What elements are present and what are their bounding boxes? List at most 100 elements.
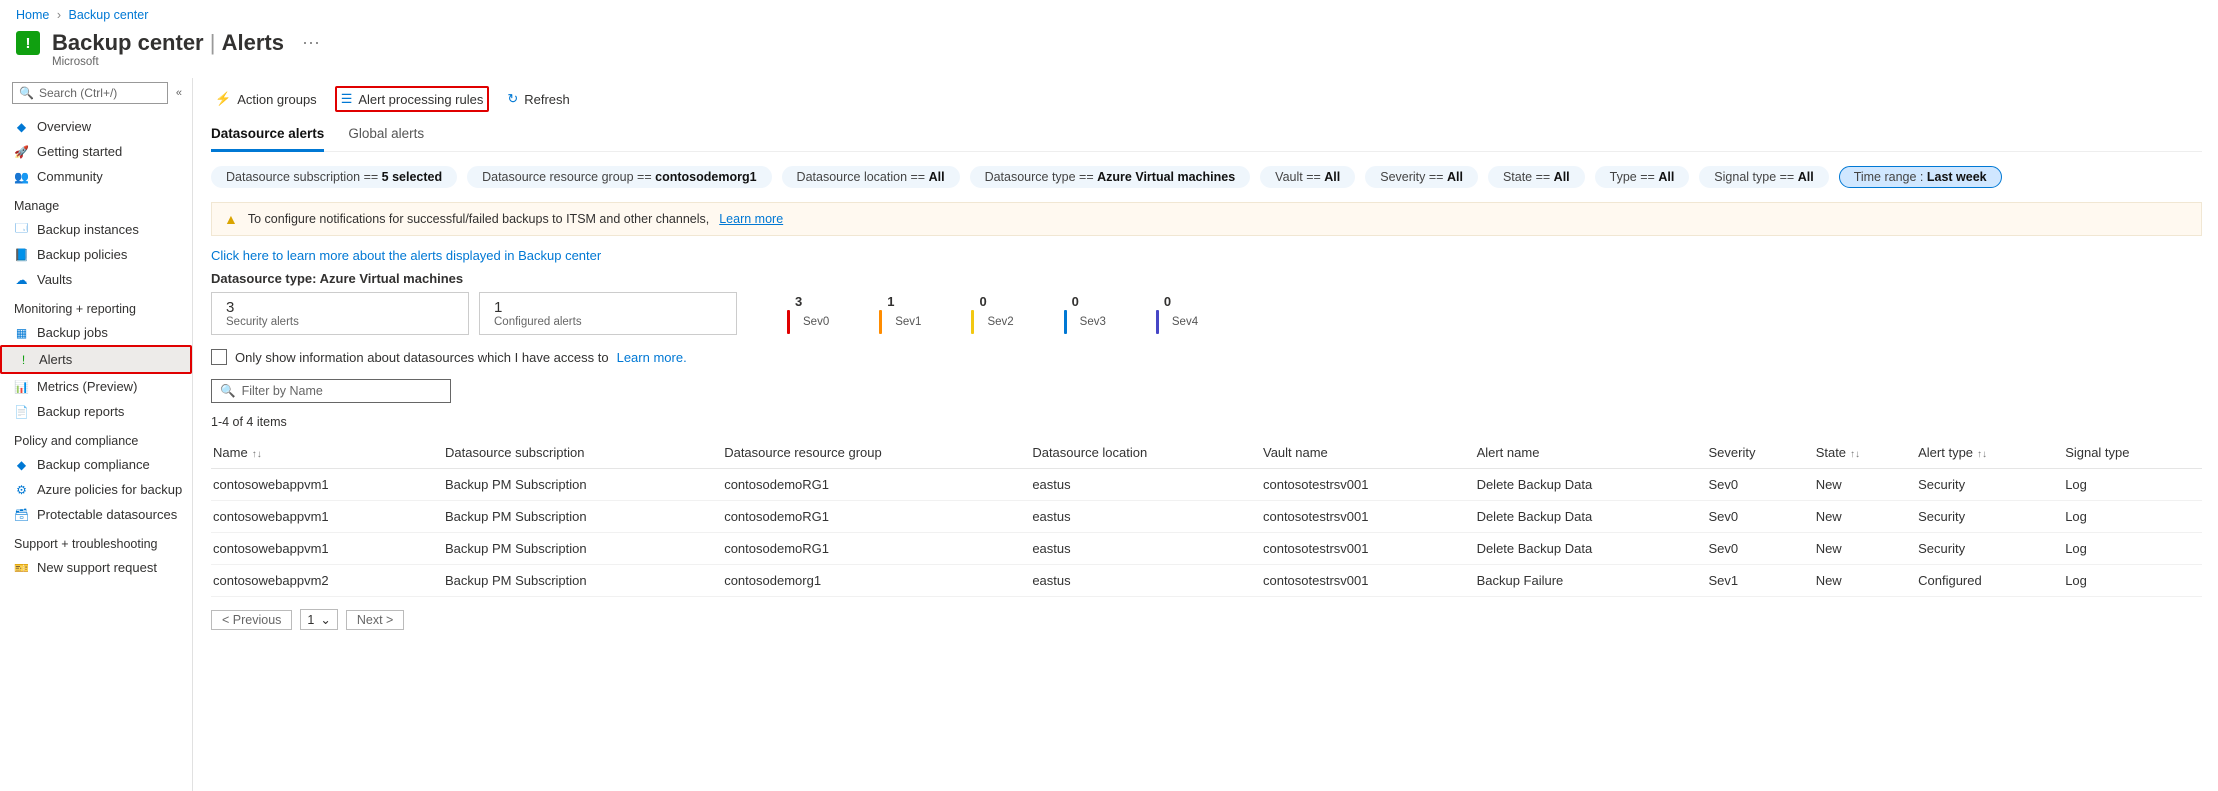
sidebar-search-input[interactable]: 🔍 Search (Ctrl+/) (12, 82, 168, 104)
table-cell: contosotestrsv001 (1261, 533, 1475, 565)
table-row[interactable]: contosowebappvm2Backup PM Subscriptionco… (211, 565, 2202, 597)
sort-icon: ↑↓ (1850, 449, 1860, 460)
sidebar-item-overview[interactable]: ◆Overview (0, 114, 192, 139)
column-header[interactable]: Datasource resource group (722, 437, 1030, 469)
nav-label: Backup reports (37, 404, 124, 419)
table-row[interactable]: contosowebappvm1Backup PM Subscriptionco… (211, 469, 2202, 501)
nav-icon: 👥 (14, 169, 29, 184)
nav-label: Community (37, 169, 103, 184)
more-actions-icon[interactable]: ⋯ (296, 33, 326, 54)
filter-pill[interactable]: Signal type == All (1699, 166, 1828, 188)
column-header[interactable]: State↑↓ (1814, 437, 1916, 469)
table-cell: Log (2063, 469, 2202, 501)
banner-learn-more-link[interactable]: Learn more (719, 212, 783, 226)
filter-by-name-input[interactable]: 🔍 Filter by Name (211, 379, 451, 403)
title-main: Backup center (52, 30, 204, 55)
table-cell: contosotestrsv001 (1261, 565, 1475, 597)
sidebar-item-backup-jobs[interactable]: ▦ Backup jobs (0, 320, 192, 345)
table-cell: Sev0 (1707, 469, 1814, 501)
severity-sev1[interactable]: 1Sev1 (879, 294, 921, 334)
sort-icon: ↑↓ (252, 449, 262, 460)
nav-label: Overview (37, 119, 91, 134)
table-cell: Security (1916, 469, 2063, 501)
table-cell: New (1814, 533, 1916, 565)
column-header[interactable]: Datasource location (1030, 437, 1261, 469)
sidebar-item-backup-compliance[interactable]: ◆Backup compliance (0, 452, 192, 477)
page-subtitle: Microsoft (0, 56, 2218, 78)
alerts-learn-more-link[interactable]: Click here to learn more about the alert… (211, 248, 2202, 263)
filter-pill[interactable]: Datasource location == All (782, 166, 960, 188)
access-filter-row: Only show information about datasources … (211, 349, 2202, 365)
nav-label: Protectable datasources (37, 507, 177, 522)
column-header[interactable]: Vault name (1261, 437, 1475, 469)
sidebar-item-backup-policies[interactable]: 📘Backup policies (0, 242, 192, 267)
breadcrumb-home[interactable]: Home (16, 8, 49, 22)
breadcrumb: Home › Backup center (0, 0, 2218, 26)
table-cell: contosowebappvm1 (211, 469, 443, 501)
sidebar-item-new-support-request[interactable]: 🎫New support request (0, 555, 192, 580)
sidebar-item-alerts[interactable]: !Alerts (0, 345, 192, 374)
stat-number: 3 (226, 299, 454, 316)
stat-card[interactable]: 1Configured alerts (479, 292, 737, 335)
sidebar-item-azure-policies-for-backup[interactable]: ⚙Azure policies for backup (0, 477, 192, 502)
filter-pill[interactable]: State == All (1488, 166, 1585, 188)
refresh-button[interactable]: ↻ Refresh (503, 88, 573, 110)
severity-sev4[interactable]: 0Sev4 (1156, 294, 1198, 334)
nav-icon: 🗃 (14, 507, 29, 522)
table-cell: contosotestrsv001 (1261, 501, 1475, 533)
filter-pill[interactable]: Severity == All (1365, 166, 1478, 188)
filter-pill[interactable]: Vault == All (1260, 166, 1355, 188)
column-header[interactable]: Datasource subscription (443, 437, 722, 469)
column-header[interactable]: Signal type (2063, 437, 2202, 469)
nav-icon: ▦ (14, 325, 29, 340)
stat-label: Security alerts (226, 316, 454, 328)
filter-pill[interactable]: Type == All (1595, 166, 1690, 188)
severity-sev0[interactable]: 3Sev0 (787, 294, 829, 334)
filter-pill[interactable]: Datasource subscription == 5 selected (211, 166, 457, 188)
page-select[interactable]: 1 ⌄ (300, 609, 337, 630)
severity-sev2[interactable]: 0Sev2 (971, 294, 1013, 334)
sidebar-item-getting-started[interactable]: 🚀Getting started (0, 139, 192, 164)
filter-pill[interactable]: Time range : Last week (1839, 166, 2002, 188)
table-cell: contosowebappvm2 (211, 565, 443, 597)
table-row[interactable]: contosowebappvm1Backup PM Subscriptionco… (211, 533, 2202, 565)
sidebar: 🔍 Search (Ctrl+/) « ◆Overview🚀Getting st… (0, 78, 193, 791)
column-header[interactable]: Alert type↑↓ (1916, 437, 2063, 469)
section-support: Support + troubleshooting (0, 527, 192, 555)
sidebar-item-community[interactable]: 👥 Community (0, 164, 192, 189)
column-header[interactable]: Name↑↓ (211, 437, 443, 469)
tab-datasource-alerts[interactable]: Datasource alerts (211, 122, 324, 152)
table-cell: Security (1916, 501, 2063, 533)
severity-sev3[interactable]: 0Sev3 (1064, 294, 1106, 334)
filter-pill[interactable]: Datasource resource group == contosodemo… (467, 166, 771, 188)
table-cell: eastus (1030, 501, 1261, 533)
next-button[interactable]: Next > (346, 610, 404, 630)
tab-global-alerts[interactable]: Global alerts (348, 122, 424, 151)
table-cell: contosodemoRG1 (722, 533, 1030, 565)
access-checkbox[interactable] (211, 349, 227, 365)
table-row[interactable]: contosowebappvm1Backup PM Subscriptionco… (211, 501, 2202, 533)
filter-pill[interactable]: Datasource type == Azure Virtual machine… (970, 166, 1251, 188)
stat-card[interactable]: 3Security alerts (211, 292, 469, 335)
toolbar: ⚡ Action groups ☰ Alert processing rules… (211, 82, 2202, 122)
table-cell: Backup Failure (1475, 565, 1707, 597)
filter-pills: Datasource subscription == 5 selected Dat… (211, 166, 2202, 188)
sidebar-item-protectable-datasources[interactable]: 🗃 Protectable datasources (0, 502, 192, 527)
nav-icon: ⚙ (14, 482, 29, 497)
sidebar-item-backup-reports[interactable]: 📄Backup reports (0, 399, 192, 424)
sidebar-item-backup-instances[interactable]: 🗔Backup instances (0, 217, 192, 242)
breadcrumb-parent[interactable]: Backup center (68, 8, 148, 22)
collapse-sidebar-icon[interactable]: « (176, 87, 182, 99)
sidebar-item-vaults[interactable]: ☁Vaults (0, 267, 192, 292)
previous-button[interactable]: < Previous (211, 610, 292, 630)
column-header[interactable]: Alert name (1475, 437, 1707, 469)
table-cell: Backup PM Subscription (443, 533, 722, 565)
chevron-right-icon: › (57, 8, 61, 22)
sidebar-item-metrics-preview-[interactable]: 📊Metrics (Preview) (0, 374, 192, 399)
alert-processing-rules-button[interactable]: ☰ Alert processing rules (335, 86, 490, 112)
nav-label: Backup jobs (37, 325, 108, 340)
access-learn-more-link[interactable]: Learn more. (617, 350, 687, 365)
rules-icon: ☰ (341, 91, 353, 107)
column-header[interactable]: Severity (1707, 437, 1814, 469)
action-groups-button[interactable]: ⚡ Action groups (211, 88, 321, 110)
